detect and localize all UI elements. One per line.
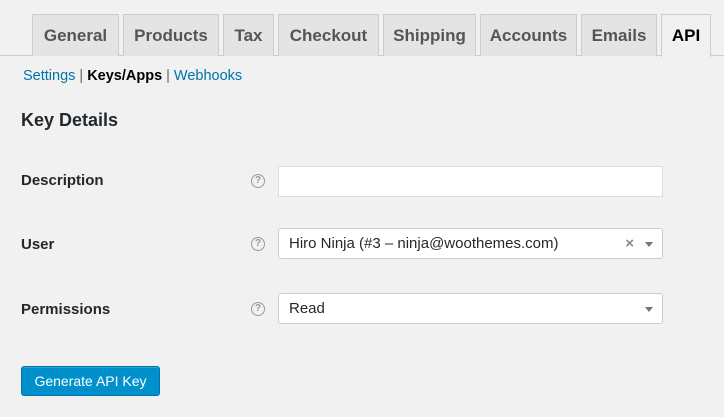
- tab-api[interactable]: API: [661, 14, 711, 57]
- tab-tax[interactable]: Tax: [223, 14, 274, 56]
- tab-emails[interactable]: Emails: [581, 14, 657, 56]
- tab-checkout[interactable]: Checkout: [278, 14, 379, 56]
- description-label: Description: [21, 172, 104, 189]
- help-icon[interactable]: ?: [251, 174, 265, 188]
- tab-accounts[interactable]: Accounts: [480, 14, 577, 56]
- generate-api-key-button[interactable]: Generate API Key: [21, 366, 160, 396]
- help-icon[interactable]: ?: [251, 302, 265, 316]
- page-heading: Key Details: [21, 110, 119, 130]
- chevron-down-icon[interactable]: [645, 242, 653, 247]
- help-icon[interactable]: ?: [251, 237, 265, 251]
- tab-shipping[interactable]: Shipping: [383, 14, 476, 56]
- subnav-webhooks-link[interactable]: Webhooks: [174, 68, 242, 84]
- subnav-settings-link[interactable]: Settings: [23, 68, 75, 84]
- permissions-select-value: Read: [289, 300, 325, 317]
- user-label: User: [21, 236, 55, 253]
- user-select[interactable]: Hiro Ninja (#3 – ninja@woothemes.com) ×: [278, 228, 663, 259]
- user-select-value: Hiro Ninja (#3 – ninja@woothemes.com): [289, 235, 559, 252]
- description-input[interactable]: [278, 166, 663, 197]
- tab-general[interactable]: General: [32, 14, 119, 56]
- subnav-separator: |: [166, 68, 170, 84]
- subnav: Settings | Keys/Apps | Webhooks: [23, 68, 242, 84]
- clear-icon[interactable]: ×: [625, 235, 634, 252]
- permissions-label: Permissions: [21, 301, 111, 318]
- subnav-separator: |: [79, 68, 84, 84]
- tab-products[interactable]: Products: [123, 14, 219, 56]
- chevron-down-icon[interactable]: [645, 307, 653, 312]
- subnav-keys-apps: Keys/Apps: [87, 68, 163, 84]
- permissions-select[interactable]: Read: [278, 293, 663, 324]
- settings-tabs: General Products Tax Checkout Shipping A…: [0, 0, 724, 57]
